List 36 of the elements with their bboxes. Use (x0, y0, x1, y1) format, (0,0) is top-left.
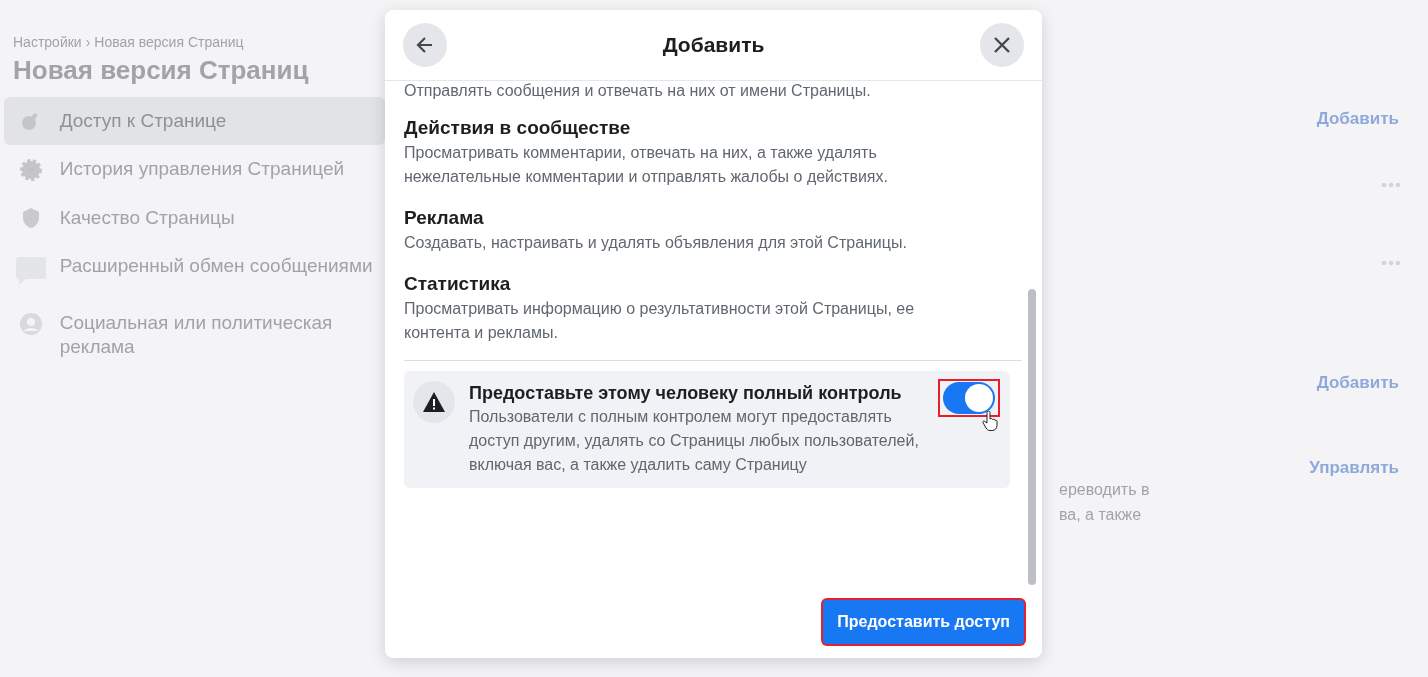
permission-description: Просматривать комментарии, отвечать на них, а также удалять нежелательные комментарии и отправлять жалобы о действиях. (404, 143, 889, 187)
permission-description: Просматривать информацию о результативности этой Страницы, ее контента и рекламы. (404, 299, 916, 343)
permission-title: Реклама (404, 206, 485, 230)
scrollbar-thumb[interactable] (1028, 289, 1036, 585)
sidebar-item[interactable]: Качество Страницы (4, 194, 385, 242)
add-link[interactable]: Управлять (1309, 455, 1399, 481)
shield-icon (20, 207, 41, 229)
permission-title: Статистика (404, 272, 512, 296)
toggle-switch[interactable] (938, 379, 1000, 417)
add-link[interactable]: Добавить (1316, 106, 1399, 132)
back-arrow-icon (415, 35, 435, 55)
person-icon (18, 312, 43, 336)
permission-description: Отправлять сообщения и отвечать на них от имени Страницы. (404, 81, 872, 99)
grant-access-button[interactable]: Предоставить доступ (823, 600, 1024, 644)
description-text: ва, а также (1059, 504, 1143, 525)
hand-cursor-icon (982, 411, 998, 431)
dialog-title: Добавить (662, 32, 765, 59)
description-text: ереводить в (1059, 479, 1150, 500)
full-control-description: Пользователи с полным контролем могут предоставлять доступ другим, удалять со Страницы любых пользователей, включая вас, а также удалить саму Страницу (469, 407, 919, 475)
permission-title: Действия в сообществе (404, 116, 632, 140)
full-control-title: Предоставьте этому человеку полный контроль (469, 382, 903, 405)
permission-description: Создавать, настраивать и удалять объявления для этой Страницы. (404, 233, 908, 253)
sidebar-item[interactable]: Доступ к Странице (4, 97, 385, 145)
sidebar-item[interactable]: Социальная или политическая реклама (4, 299, 385, 371)
gear-icon (18, 158, 43, 182)
close-icon (992, 35, 1012, 55)
breadcrumb-link[interactable]: Настройки (13, 32, 82, 53)
sidebar-item[interactable]: Расширенный обмен сообщениями (4, 242, 385, 299)
close-button[interactable] (980, 23, 1024, 67)
add-link[interactable]: Добавить (1316, 369, 1399, 395)
back-button[interactable] (403, 23, 447, 67)
warning-icon (423, 392, 445, 412)
page-title: Новая версия Страниц (12, 54, 310, 87)
breadcrumb-separator: › (85, 33, 91, 52)
sidebar-item[interactable]: История управления Страницей (4, 145, 385, 194)
breadcrumb-link[interactable]: Новая версия Страниц (94, 32, 244, 53)
